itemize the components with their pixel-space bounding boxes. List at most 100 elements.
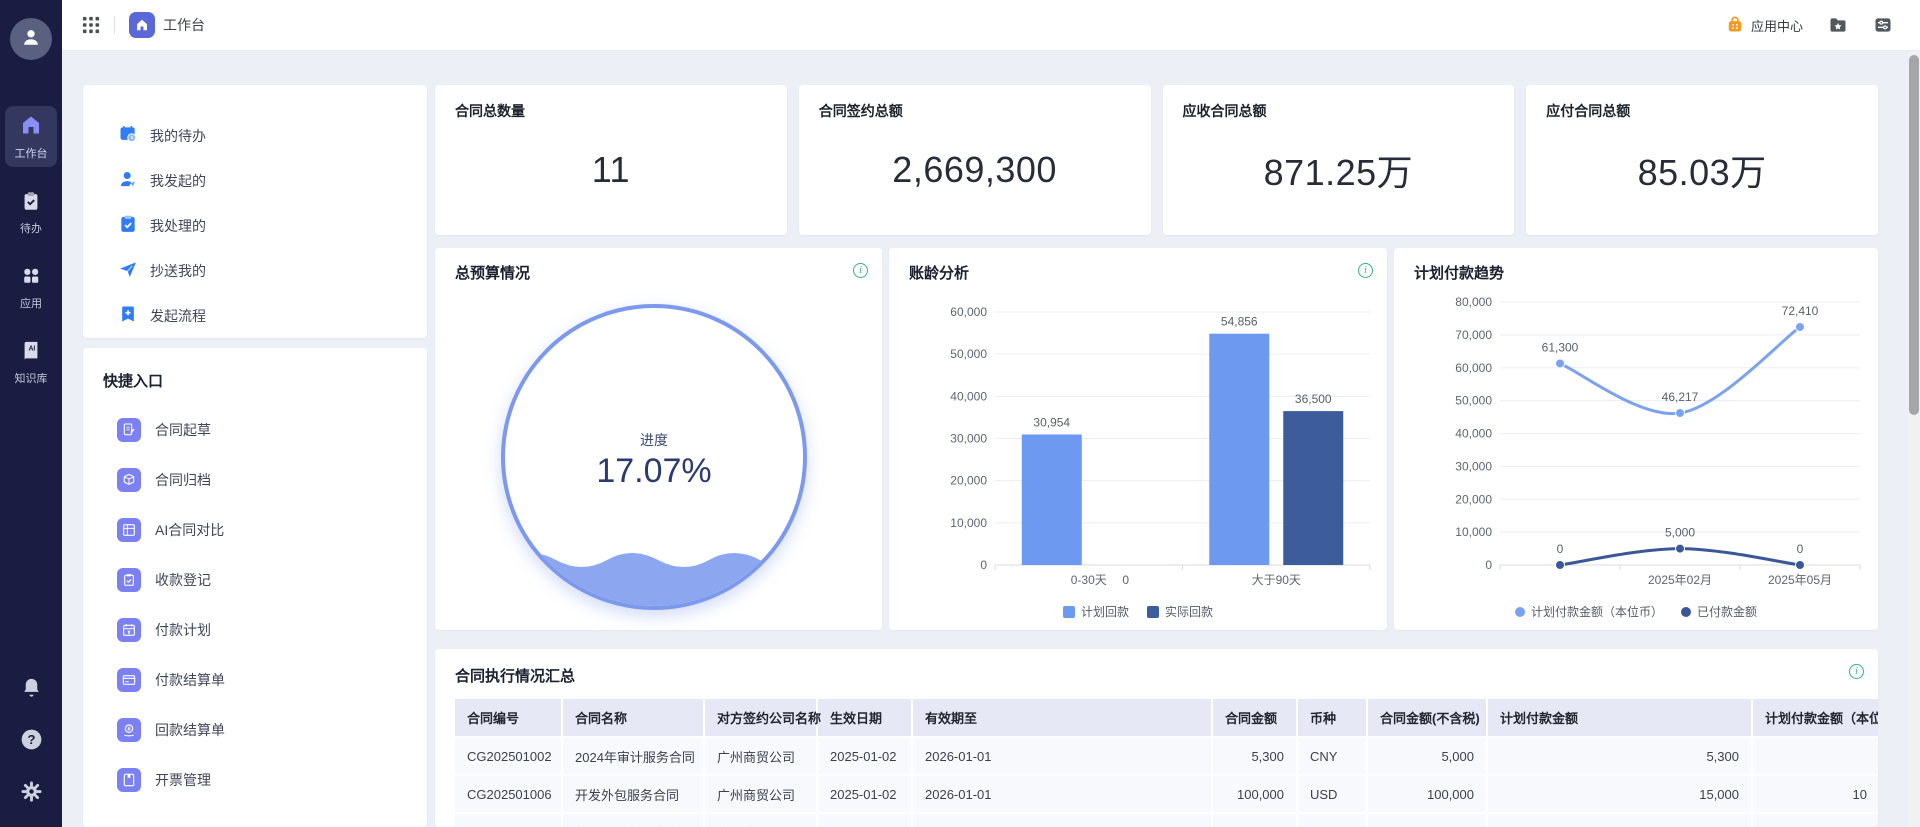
column-header: 计划付款金额 [1487,699,1752,737]
menu-item-my-handled[interactable]: 我处理的 [118,203,427,248]
svg-text:2025年05月: 2025年05月 [1768,573,1832,587]
legend-item[interactable]: 计划回款 [1063,603,1129,620]
settings-gear-icon[interactable] [20,779,43,803]
svg-text:10,000: 10,000 [950,516,987,530]
rail-item-apps[interactable]: 应用 [5,258,57,317]
svg-text:40,000: 40,000 [1455,427,1492,441]
aging-analysis-bar-chart: 010,00020,00030,00040,00050,00060,0000-3… [889,248,1387,630]
menu-item-my-todo[interactable]: 我的待办 [118,113,427,158]
person-icon [20,26,42,53]
svg-text:50,000: 50,000 [1455,394,1492,408]
quick-entry-label: AI合同对比 [155,520,224,540]
menu-item-start-process[interactable]: 发起流程 [118,293,427,338]
rail-item-workbench[interactable]: 工作台 [5,106,57,167]
table-cell: 100,000 [1367,775,1487,813]
quick-entry-label: 回款结算单 [155,720,225,740]
svg-text:54,856: 54,856 [1221,315,1258,329]
workbench-home-icon[interactable] [129,12,155,38]
receipt-register-icon [117,568,141,592]
table-cell: 2025-01-02 [817,737,912,775]
menu-item-cc-to-me[interactable]: 抄送我的 [118,248,427,293]
topbar-actions: 应用中心 [1725,14,1893,37]
notifications-bell-icon[interactable] [20,675,43,699]
rail-bottom: ? [19,675,44,803]
quick-entry-item[interactable]: 付款结算单 [117,655,427,705]
legend-item[interactable]: 已付款金额 [1681,603,1757,620]
preferences-sliders-icon[interactable] [1873,15,1893,35]
page-scrollbar-track[interactable] [1908,51,1920,827]
legend-item[interactable]: 实际回款 [1147,603,1213,620]
user-avatar[interactable] [10,18,52,60]
quick-entry-label: 合同起草 [155,420,211,440]
svg-text:40,000: 40,000 [950,389,987,403]
table-cell: 广州商贸公司 [704,775,817,813]
svg-text:36,500: 36,500 [1295,392,1332,406]
favorites-folder-icon[interactable] [1828,15,1848,35]
column-header: 合同金额(不含税) [1367,699,1487,737]
rail-item-todo[interactable]: 待办 [5,183,57,242]
column-header: 对方签约公司名称 [704,699,817,737]
payment-settlement-icon [117,668,141,692]
column-header: 计划付款金额（本位币） [1752,699,1878,737]
help-icon[interactable]: ? [19,727,44,751]
budget-gauge-card: 总预算情况 i 进度 17.07% [435,248,882,630]
svg-text:0: 0 [1797,542,1804,556]
table-cell: CG202501006 [455,775,562,813]
main-content: 我的待办 我发起的 我处理的 抄送我的 [62,51,1920,827]
table-cell: CNY [1297,737,1367,775]
legend-item[interactable]: 计划付款金额（本位币） [1515,603,1663,620]
svg-text:30,000: 30,000 [950,432,987,446]
table-cell [1487,813,1752,827]
quick-entry-item[interactable]: 回款结算单 [117,705,427,755]
collection-settlement-icon [117,718,141,742]
stat-value: 2,669,300 [819,121,1131,219]
info-icon[interactable]: i [853,263,868,278]
rail-item-label: 知识库 [15,370,48,386]
ai-contract-compare-icon [117,518,141,542]
app-center-button[interactable]: 应用中心 [1725,14,1803,37]
left-rail: 工作台 待办 应用 AI 知识库 ? [0,0,62,827]
svg-text:5,000: 5,000 [1665,526,1695,540]
menu-item-label: 我的待办 [150,126,206,146]
quick-entry-item[interactable]: 付款计划 [117,605,427,655]
info-icon[interactable]: i [1849,664,1864,679]
gauge-label: 进度 [505,430,803,450]
table-row: 新项目设备采购合同广州商贸公司 [455,813,1878,827]
table-cell: 2025-01-02 [817,775,912,813]
legend-label: 计划回款 [1081,603,1129,620]
quick-entry-item[interactable]: 开票管理 [117,755,427,805]
table-cell [1752,813,1878,827]
contract-draft-icon [117,418,141,442]
table-cell: 5,000 [1367,737,1487,775]
table-row: CG2025010022024年审计服务合同广州商贸公司2025-01-0220… [455,737,1878,775]
svg-text:50,000: 50,000 [950,347,987,361]
legend-label: 计划付款金额（本位币） [1531,603,1663,620]
quick-entry-item[interactable]: 合同归档 [117,455,427,505]
table-title: 合同执行情况汇总 [455,665,1878,686]
quick-entry-item[interactable]: 收款登记 [117,555,427,605]
info-icon[interactable]: i [1358,263,1373,278]
page-scrollbar-thumb[interactable] [1909,55,1919,415]
quick-entry-item[interactable]: 合同起草 [117,405,427,455]
stat-card-payable-total: 应付合同总额 85.03万 [1526,85,1878,235]
chart-title: 账龄分析 [909,262,969,283]
home-icon [19,113,43,142]
menu-item-my-initiated[interactable]: 我发起的 [118,158,427,203]
app-grid-icon[interactable] [82,16,100,34]
start-process-icon [118,304,138,327]
payment-plan-icon [117,618,141,642]
rail-item-knowledge-base[interactable]: AI 知识库 [5,333,57,392]
quick-entry-item[interactable]: AI合同对比 [117,505,427,555]
dashboard-content: 合同总数量 11 合同签约总额 2,669,300 应收合同总额 871.25万… [435,85,1878,827]
apps-icon [20,265,42,292]
rail-item-label: 工作台 [15,145,48,161]
column-header: 合同金额 [1212,699,1297,737]
budget-liquid-gauge: 进度 17.07% [501,304,807,610]
table-cell [1212,813,1297,827]
table-cell: 15,000 [1487,775,1752,813]
table-cell: 10 [1752,775,1878,813]
svg-text:0: 0 [980,558,987,572]
table-cell: 广州商贸公司 [704,813,817,827]
chart-title: 计划付款趋势 [1414,262,1504,283]
charts-row: 总预算情况 i 进度 17.07% 账龄分析 i 010,00020,00030… [435,248,1878,630]
